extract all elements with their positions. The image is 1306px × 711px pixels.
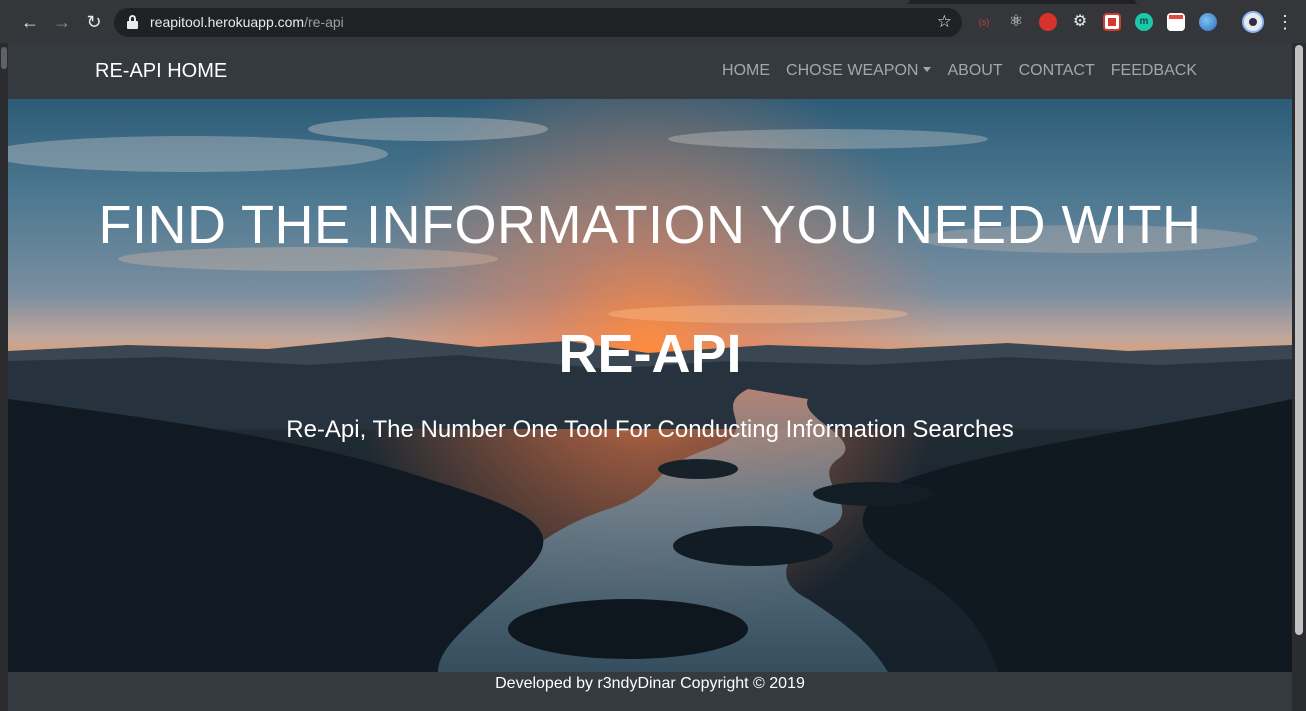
reload-icon[interactable]: ↻: [83, 11, 105, 33]
nav-links: HOME CHOSE WEAPON ABOUT CONTACT FEEDBACK: [722, 61, 1197, 81]
left-edge-strip: [0, 43, 8, 711]
browser-menu-icon[interactable]: ⋮: [1276, 11, 1294, 33]
active-tab-edge: [0, 0, 910, 4]
nav-about[interactable]: ABOUT: [947, 61, 1002, 81]
extension-icon-8[interactable]: [1199, 13, 1217, 31]
address-bar[interactable]: reapitool.herokuapp.com/re-api ☆: [114, 8, 962, 37]
left-scroll-grip[interactable]: [1, 47, 7, 69]
site-footer: Developed by r3ndyDinar Copyright © 2019: [8, 672, 1292, 711]
lock-icon[interactable]: [127, 15, 138, 29]
hero-subtitle: Re-Api, The Number One Tool For Conducti…: [286, 416, 1014, 443]
hero-brand: RE-API: [558, 324, 742, 384]
nav-contact[interactable]: CONTACT: [1019, 61, 1095, 81]
forward-arrow-icon[interactable]: →: [51, 11, 73, 33]
caret-down-icon: [923, 67, 932, 72]
nav-home[interactable]: HOME: [722, 61, 770, 81]
brand-link[interactable]: RE-API HOME: [95, 59, 227, 83]
tab-edge-right: [1135, 0, 1306, 4]
extension-icon-1[interactable]: (s): [975, 13, 993, 31]
browser-viewport: RE-API HOME HOME CHOSE WEAPON ABOUT CONT…: [0, 43, 1306, 711]
site-navbar: RE-API HOME HOME CHOSE WEAPON ABOUT CONT…: [8, 43, 1292, 99]
vertical-scrollbar[interactable]: [1292, 43, 1306, 711]
bookmark-star-icon[interactable]: ☆: [937, 12, 952, 32]
url-path: /re-api: [304, 14, 344, 30]
hero-title: FIND THE INFORMATION YOU NEED WITH: [98, 195, 1202, 255]
nav-feedback[interactable]: FEEDBACK: [1111, 61, 1197, 81]
tab-strip-edge: [0, 0, 1306, 4]
nav-chose-weapon-label: CHOSE WEAPON: [786, 62, 919, 79]
browser-toolbar: ← → ↻ reapitool.herokuapp.com/re-api ☆ (…: [0, 0, 1306, 43]
nav-chose-weapon-dropdown[interactable]: CHOSE WEAPON: [786, 61, 932, 81]
extension-icon-6[interactable]: m: [1135, 13, 1153, 31]
url-text[interactable]: reapitool.herokuapp.com/re-api: [150, 14, 344, 31]
react-devtools-icon[interactable]: ⚛: [1007, 13, 1025, 31]
scrollbar-thumb[interactable]: [1295, 45, 1303, 635]
landscape-background-image: [8, 99, 1292, 672]
back-arrow-icon[interactable]: ←: [19, 11, 41, 33]
settings-extension-icon[interactable]: ⚙: [1071, 13, 1089, 31]
profile-avatar-icon[interactable]: [1242, 11, 1264, 33]
url-host: reapitool.herokuapp.com: [150, 14, 305, 30]
extension-icon-5[interactable]: [1103, 13, 1121, 31]
footer-credit: Developed by r3ndyDinar Copyright © 2019: [495, 675, 805, 692]
extension-icon-7[interactable]: [1167, 13, 1185, 31]
hero-section: FIND THE INFORMATION YOU NEED WITH RE-AP…: [8, 99, 1292, 672]
web-page: RE-API HOME HOME CHOSE WEAPON ABOUT CONT…: [8, 43, 1292, 711]
extension-icon-3[interactable]: [1039, 13, 1057, 31]
